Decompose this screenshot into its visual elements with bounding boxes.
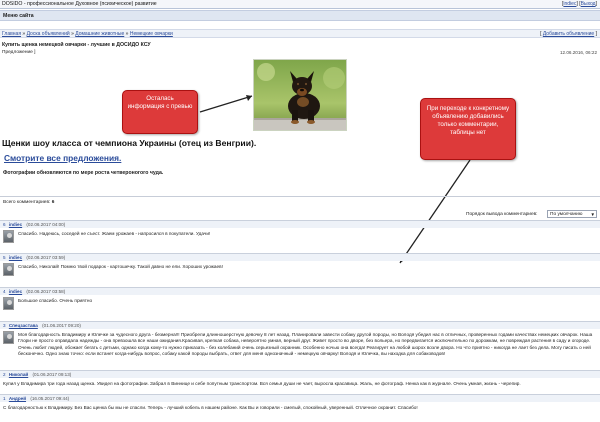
avatar bbox=[3, 230, 14, 243]
sort-label: Порядок вывода комментариев: bbox=[466, 212, 538, 217]
comment-date: (16.05.2017 09:44) bbox=[30, 396, 70, 401]
annotation-left: Осталась информация с превью bbox=[122, 90, 198, 134]
comments-total-label: Всего комментариев: bbox=[3, 200, 51, 205]
comment-author[interactable]: Николай bbox=[9, 372, 28, 377]
comment-date: (01.06.2017 09:20) bbox=[42, 323, 81, 328]
comment-text: Моя благодарность Владимиру и Юлечке за … bbox=[18, 332, 593, 356]
annotation-right: При переходе к конкретному объявлению до… bbox=[420, 98, 516, 160]
post-headline: Щенки шоу класса от чемпиона Украины (от… bbox=[2, 138, 257, 148]
comment-item: 4 indiec (02.06.2017 03:58) Большое спас… bbox=[0, 287, 600, 317]
comment-header: 5 indiec (02.06.2017 03:59) bbox=[3, 255, 65, 260]
comment-header: 4 indiec (02.06.2017 03:58) bbox=[3, 289, 65, 294]
comment-date: (01.06.2017 09:13) bbox=[32, 372, 72, 377]
comment-header: 2 Николай (01.06.2017 09:13) bbox=[3, 372, 71, 377]
chevron-down-icon: ▼ bbox=[590, 212, 595, 217]
sort-select[interactable]: По умолчанию ▼ bbox=[547, 210, 597, 218]
divider bbox=[0, 196, 600, 197]
comment-author[interactable]: Андрей bbox=[9, 396, 26, 401]
comment-author[interactable]: indiec bbox=[9, 222, 22, 227]
comment-number[interactable]: 3 bbox=[3, 323, 6, 328]
comment-item: 2 Николай (01.06.2017 09:13) Купил у Вла… bbox=[0, 370, 600, 390]
comment-header-bar bbox=[0, 322, 600, 329]
comment-header-bar bbox=[0, 395, 600, 402]
see-all-offers-link[interactable]: Смотрите все предложения. bbox=[4, 153, 121, 163]
comment-text: Купил у Владимира три года назад щенка. … bbox=[3, 381, 521, 386]
comment-number[interactable]: 4 bbox=[3, 289, 6, 294]
comment-header: 1 Андрей (16.05.2017 09:44) bbox=[3, 396, 69, 401]
comment-text: С благодарностью к Владимиру. Без Вас ще… bbox=[3, 405, 418, 410]
comment-header: 6 indiec (02.06.2017 04:00) bbox=[3, 222, 65, 227]
comment-date: (02.06.2017 03:58) bbox=[26, 289, 66, 294]
comment-number[interactable]: 1 bbox=[3, 396, 6, 401]
comment-date: (02.06.2017 04:00) bbox=[26, 222, 66, 227]
comment-header-bar bbox=[0, 371, 600, 378]
avatar bbox=[3, 263, 14, 276]
photo-note: Фотографии обновляются по мере роста чет… bbox=[3, 170, 164, 176]
comments-total-value: 6 bbox=[51, 200, 55, 205]
comment-item: 1 Андрей (16.05.2017 09:44) С благодарно… bbox=[0, 394, 600, 420]
comment-text: Спасибо. Надеюсь, соседей не съест. Жаем… bbox=[18, 231, 211, 236]
comment-number[interactable]: 6 bbox=[3, 222, 6, 227]
comment-text: Большое спасибо. Очень приятно bbox=[18, 298, 93, 303]
comment-date: (02.06.2017 03:59) bbox=[26, 255, 66, 260]
comment-header-bar bbox=[0, 254, 600, 261]
avatar bbox=[3, 297, 14, 310]
comment-item: 6 indiec (02.06.2017 04:00) Спасибо. Над… bbox=[0, 220, 600, 250]
comment-header-bar bbox=[0, 221, 600, 228]
comment-number[interactable]: 2 bbox=[3, 372, 6, 377]
comment-text: Спасибо, Николай! Помню твой подарок - к… bbox=[18, 264, 223, 269]
arrow-to-photo bbox=[199, 95, 253, 113]
comment-item: 3 Спецзастава (01.06.2017 09:20) Моя бла… bbox=[0, 321, 600, 367]
comments-total: Всего комментариев: 6 bbox=[3, 200, 54, 205]
comment-author[interactable]: indiec bbox=[9, 255, 22, 260]
comment-number[interactable]: 5 bbox=[3, 255, 6, 260]
avatar bbox=[3, 331, 14, 344]
comment-header: 3 Спецзастава (01.06.2017 09:20) bbox=[3, 323, 81, 328]
comment-header-bar bbox=[0, 288, 600, 295]
comment-item: 5 indiec (02.06.2017 03:59) Спасибо, Ник… bbox=[0, 253, 600, 283]
sort-select-value: По умолчанию bbox=[550, 212, 583, 217]
comment-author[interactable]: indiec bbox=[9, 289, 22, 294]
comment-author[interactable]: Спецзастава bbox=[9, 323, 38, 328]
